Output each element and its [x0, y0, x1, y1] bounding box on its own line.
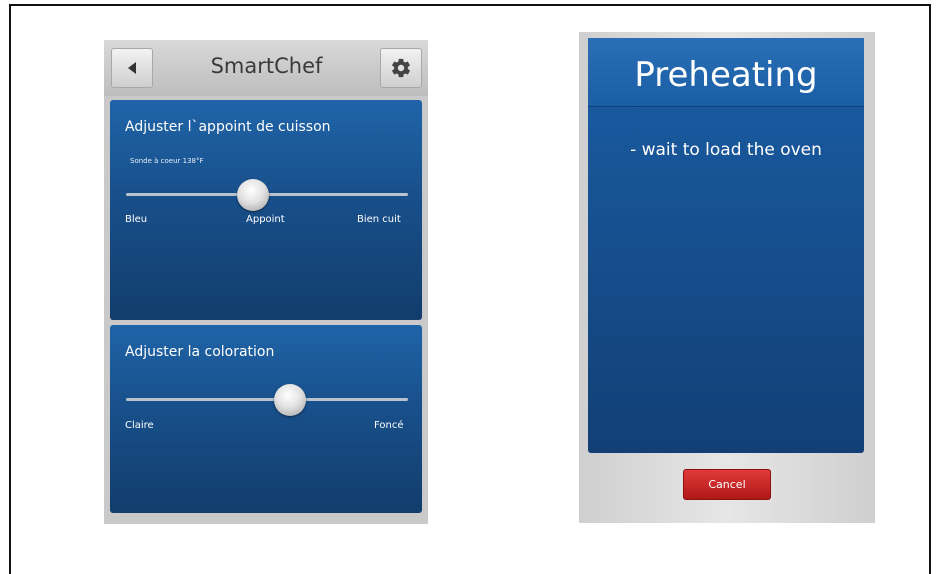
coloration-label-fonce: Foncé — [374, 420, 404, 431]
cancel-button[interactable]: Cancel — [683, 469, 771, 500]
cooking-label-bien-cuit: Bien cuit — [357, 214, 401, 225]
back-arrow-icon — [128, 62, 136, 74]
preheating-message: - wait to load the oven — [630, 140, 822, 160]
cooking-label-appoint: Appoint — [246, 214, 285, 225]
cooking-slider-knob[interactable] — [236, 179, 269, 211]
preheating-header: Preheating — [588, 38, 864, 107]
preheating-title: Preheating — [634, 55, 818, 95]
preheating-screen: Preheating - wait to load the oven Cance… — [579, 32, 875, 523]
back-button[interactable] — [111, 48, 153, 88]
preheating-panel: Preheating - wait to load the oven — [588, 38, 864, 453]
coloration-slider-knob[interactable] — [273, 384, 306, 416]
app-title: SmartChef — [210, 54, 323, 78]
smartchef-settings-screen: SmartChef Adjuster l`appoint de cuisson … — [104, 40, 428, 524]
cooking-panel-title: Adjuster l`appoint de cuisson — [125, 119, 331, 135]
coloration-panel: Adjuster la coloration Claire Foncé — [110, 325, 422, 513]
cooking-label-bleu: Bleu — [125, 214, 148, 225]
cooking-level-panel: Adjuster l`appoint de cuisson Sonde à co… — [110, 100, 422, 320]
coloration-slider-track[interactable] — [126, 398, 408, 401]
top-bar: SmartChef — [104, 40, 428, 96]
probe-temperature-label: Sonde à coeur 138°F — [130, 157, 204, 165]
gear-icon — [392, 58, 410, 78]
coloration-label-claire: Claire — [125, 420, 154, 431]
settings-button[interactable] — [380, 48, 422, 88]
coloration-panel-title: Adjuster la coloration — [125, 344, 275, 360]
